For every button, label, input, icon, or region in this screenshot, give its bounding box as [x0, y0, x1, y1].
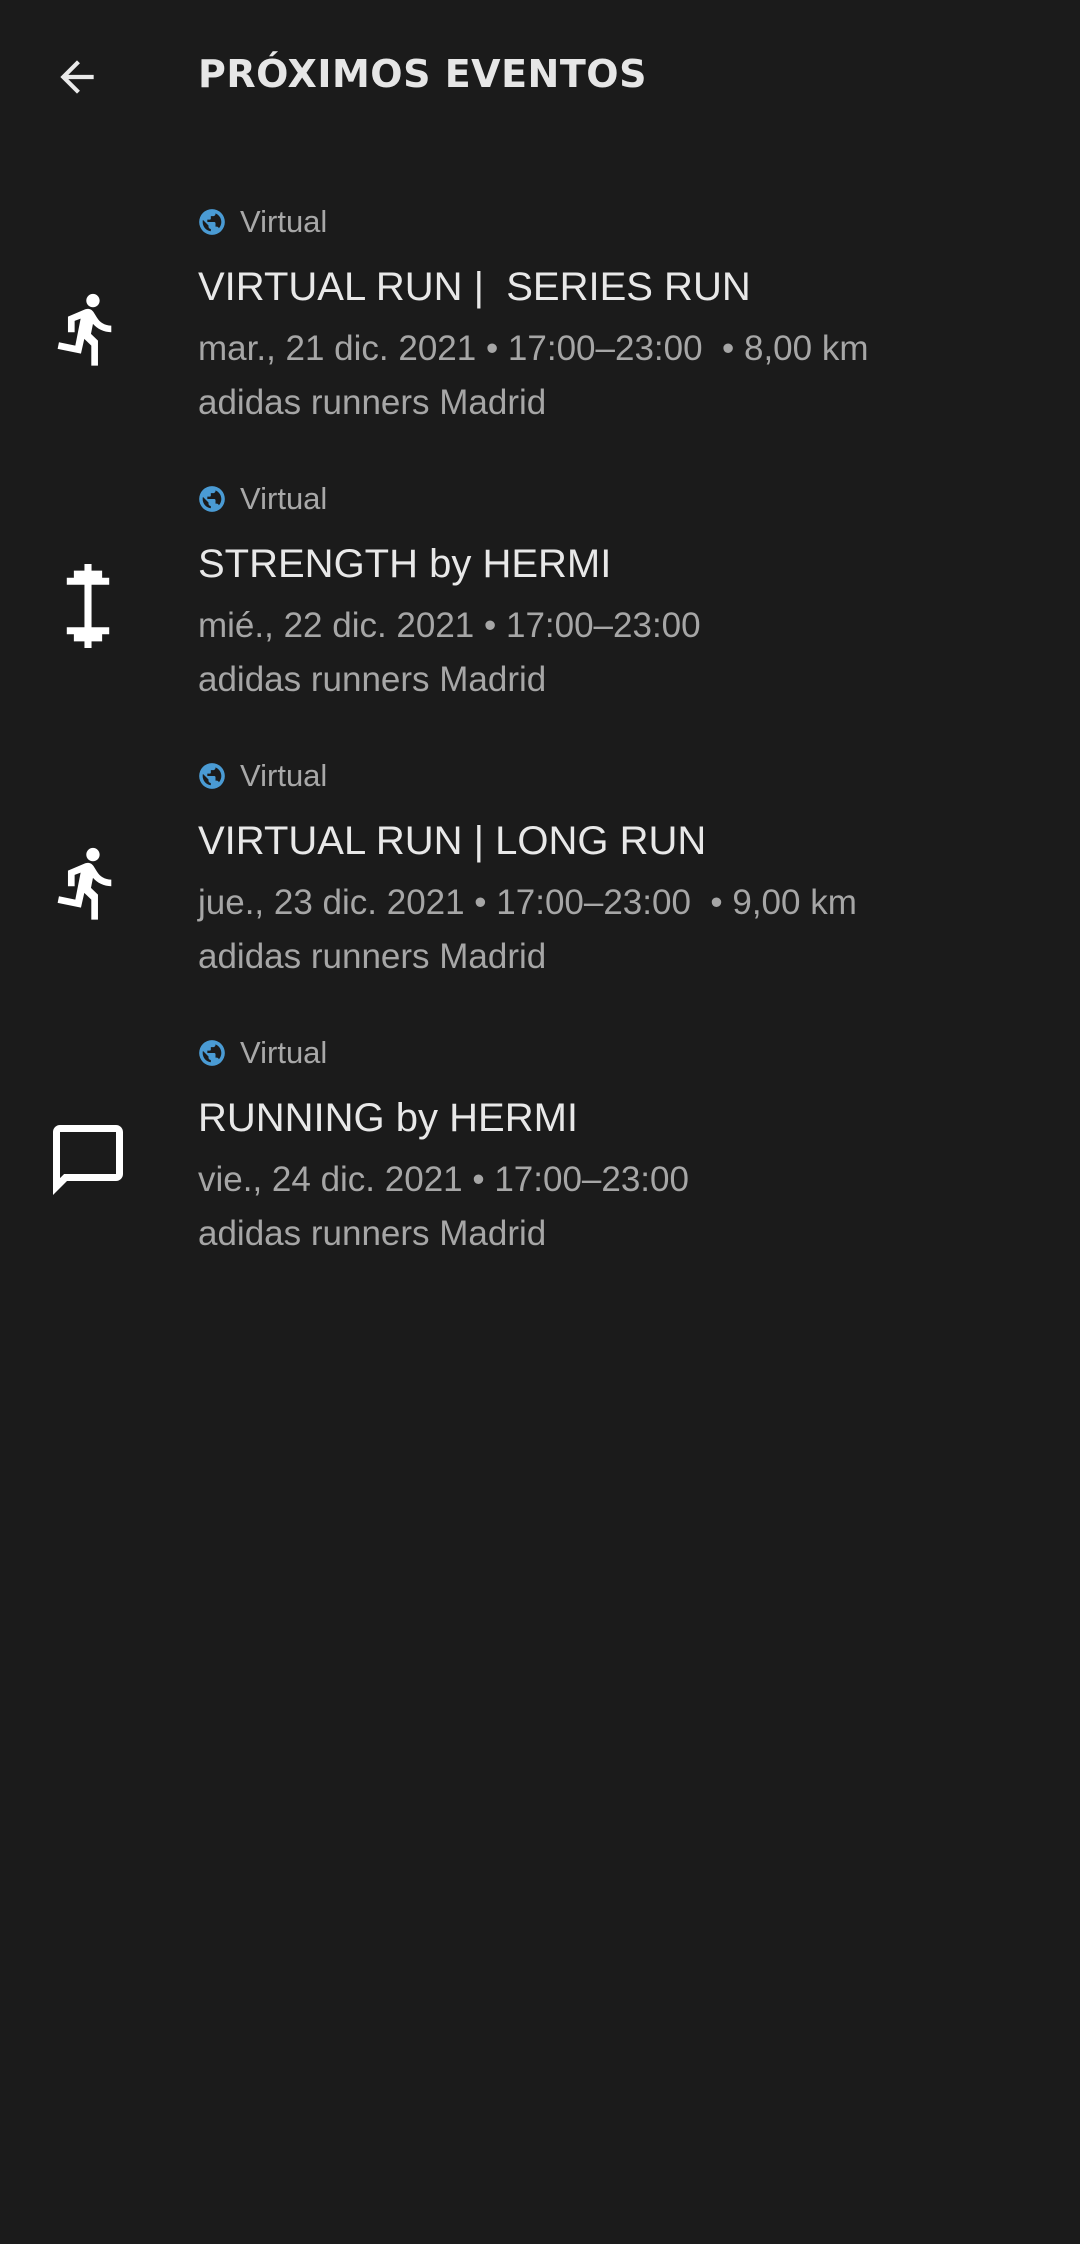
events-list: Virtual VIRTUAL RUN | SERIES RUN mar., 2… — [0, 195, 1080, 1303]
running-person-icon — [44, 285, 132, 373]
location-label: Virtual — [240, 481, 328, 516]
event-details: Virtual VIRTUAL RUN | LONG RUN jue., 23 … — [198, 757, 1040, 979]
back-button[interactable] — [40, 40, 114, 114]
dumbbell-icon — [44, 562, 132, 650]
event-organizer: adidas runners Madrid — [198, 1214, 547, 1253]
event-date-time: jue., 23 dic. 2021 • 17:00–23:00 • 9,00 … — [198, 883, 857, 922]
event-details: Virtual RUNNING by HERMI vie., 24 dic. 2… — [198, 1034, 1040, 1256]
globe-icon — [199, 1040, 225, 1066]
event-organizer: adidas runners Madrid — [198, 937, 547, 976]
event-organizer: adidas runners Madrid — [198, 660, 547, 699]
top-app-bar: PRÓXIMOS EVENTOS — [0, 0, 1080, 150]
event-list-item[interactable]: Virtual RUNNING by HERMI vie., 24 dic. 2… — [0, 1026, 1080, 1303]
event-date-time: vie., 24 dic. 2021 • 17:00–23:00 — [198, 1160, 689, 1199]
event-location: Virtual — [198, 203, 1040, 241]
event-location: Virtual — [198, 1034, 1040, 1072]
globe-icon — [199, 763, 225, 789]
event-title: STRENGTH by HERMI — [198, 542, 612, 586]
chat-bubble-icon — [44, 1116, 132, 1204]
event-date-time: mar., 21 dic. 2021 • 17:00–23:00 • 8,00 … — [198, 329, 869, 368]
globe-icon — [199, 209, 225, 235]
event-details: Virtual STRENGTH by HERMI mié., 22 dic. … — [198, 480, 1040, 702]
event-list-item[interactable]: Virtual VIRTUAL RUN | SERIES RUN mar., 2… — [0, 195, 1080, 472]
event-location: Virtual — [198, 480, 1040, 518]
event-title: RUNNING by HERMI — [198, 1096, 579, 1140]
arrow-left-icon — [60, 60, 94, 94]
location-label: Virtual — [240, 1035, 328, 1070]
event-details: Virtual VIRTUAL RUN | SERIES RUN mar., 2… — [198, 203, 1040, 425]
location-label: Virtual — [240, 758, 328, 793]
page-title: PRÓXIMOS EVENTOS — [198, 52, 647, 96]
event-list-item[interactable]: Virtual STRENGTH by HERMI mié., 22 dic. … — [0, 472, 1080, 749]
running-person-icon — [44, 839, 132, 927]
event-title: VIRTUAL RUN | SERIES RUN — [198, 265, 751, 309]
location-label: Virtual — [240, 204, 328, 239]
globe-icon — [199, 486, 225, 512]
event-title: VIRTUAL RUN | LONG RUN — [198, 819, 707, 863]
event-date-time: mié., 22 dic. 2021 • 17:00–23:00 — [198, 606, 701, 645]
event-organizer: adidas runners Madrid — [198, 383, 547, 422]
event-location: Virtual — [198, 757, 1040, 795]
event-list-item[interactable]: Virtual VIRTUAL RUN | LONG RUN jue., 23 … — [0, 749, 1080, 1026]
